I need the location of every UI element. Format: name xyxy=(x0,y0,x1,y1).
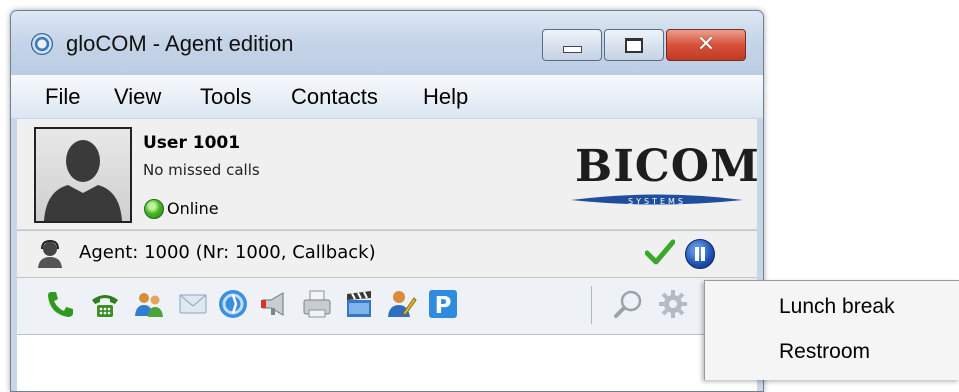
window-title: gloCOM - Agent edition xyxy=(66,31,294,56)
agent-status-text: Agent: 1000 (Nr: 1000, Callback) xyxy=(79,242,376,263)
toolbar: P xyxy=(17,278,757,335)
user-name: User 1001 xyxy=(143,133,241,153)
parking-label: P xyxy=(435,293,452,319)
content-area xyxy=(17,335,757,391)
maximize-button[interactable] xyxy=(604,29,664,61)
chat-icon[interactable] xyxy=(217,288,249,320)
logo-swoosh-icon: SYSTEMS xyxy=(571,194,743,206)
menu-bar: File View Tools Contacts Help xyxy=(11,75,763,118)
glocom-logo-icon[interactable] xyxy=(31,33,53,55)
agent-edit-icon[interactable] xyxy=(385,288,417,320)
menu-help[interactable]: Help xyxy=(423,84,468,110)
gear-icon[interactable] xyxy=(657,288,689,320)
avatar[interactable] xyxy=(34,127,132,223)
logo-text: BICOM xyxy=(575,141,760,192)
search-icon[interactable] xyxy=(613,288,645,320)
maximize-icon xyxy=(625,37,643,53)
menu-file[interactable]: File xyxy=(45,84,80,110)
menu-item-restroom[interactable]: Restroom xyxy=(779,340,870,364)
user-panel: User 1001 No missed calls Online BICOM S… xyxy=(17,119,759,229)
phone-icon[interactable] xyxy=(45,288,77,320)
toolbar-separator xyxy=(591,286,592,324)
title-bar[interactable]: gloCOM - Agent edition ✕ xyxy=(11,11,763,75)
fax-icon[interactable] xyxy=(301,288,333,320)
avatar-silhouette-icon xyxy=(44,140,122,221)
conference-phone-icon[interactable] xyxy=(89,288,121,320)
contacts-icon[interactable] xyxy=(133,288,165,320)
menu-item-lunch-break[interactable]: Lunch break xyxy=(779,295,895,319)
agent-bar: Agent: 1000 (Nr: 1000, Callback) xyxy=(17,230,757,278)
minimize-icon xyxy=(562,45,582,53)
mail-icon[interactable] xyxy=(177,288,209,320)
missed-calls-text[interactable]: No missed calls xyxy=(143,161,260,179)
menu-contacts[interactable]: Contacts xyxy=(291,84,378,110)
online-status-icon[interactable] xyxy=(144,199,164,219)
agent-headset-icon xyxy=(38,239,62,268)
status-text[interactable]: Online xyxy=(167,199,219,218)
glocom-window: gloCOM - Agent edition ✕ File View Tools… xyxy=(10,10,764,392)
parking-icon[interactable]: P xyxy=(427,288,459,320)
menu-tools[interactable]: Tools xyxy=(200,84,251,110)
logo-subtext: SYSTEMS xyxy=(628,197,686,206)
menu-view[interactable]: View xyxy=(114,84,161,110)
pause-reason-menu: Lunch break Restroom xyxy=(704,280,959,380)
minimize-button[interactable] xyxy=(542,29,602,61)
video-clapper-icon[interactable] xyxy=(343,288,375,320)
check-icon[interactable] xyxy=(645,239,675,265)
pause-icon[interactable] xyxy=(685,239,715,269)
close-icon: ✕ xyxy=(696,32,716,57)
bicom-logo: BICOM SYSTEMS xyxy=(569,141,759,213)
close-button[interactable]: ✕ xyxy=(666,29,746,61)
megaphone-icon[interactable] xyxy=(259,288,291,320)
